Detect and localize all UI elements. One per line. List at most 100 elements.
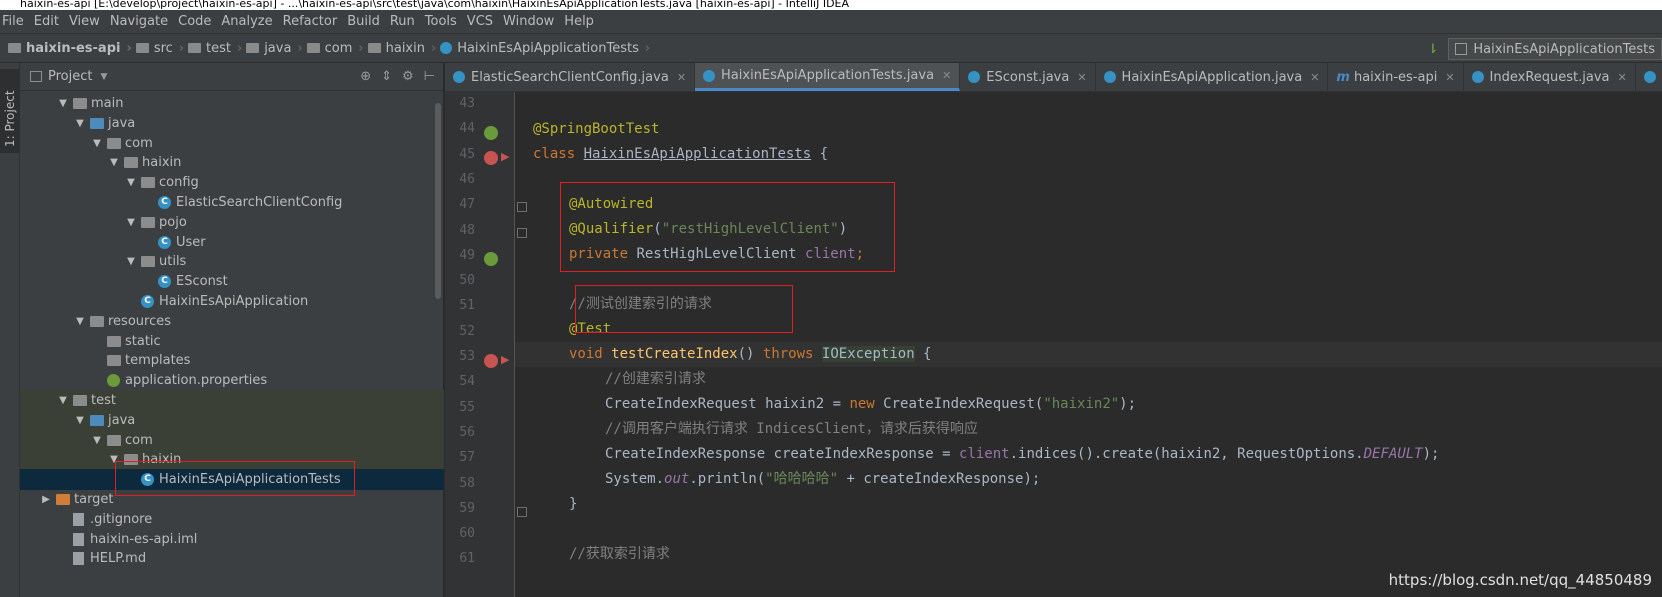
menu-edit[interactable]: Edit <box>34 14 59 29</box>
breadcrumb-item[interactable]: test › <box>188 41 242 56</box>
expand-arrow-icon[interactable]: ▼ <box>90 138 104 149</box>
tree-item[interactable]: HELP.md <box>20 548 444 569</box>
tree-item[interactable]: C HaixinEsApiApplication <box>20 291 444 312</box>
breadcrumb-item[interactable]: haixin-es-api › <box>8 41 132 56</box>
close-icon[interactable]: ✕ <box>677 71 686 84</box>
editor-tab[interactable]: IndexRequest.java ✕ <box>1464 63 1636 91</box>
tree-item[interactable]: application.properties <box>20 370 444 391</box>
tree-item[interactable]: C ElasticSearchClientConfig <box>20 192 444 213</box>
editor-tab[interactable]: ReplicatedWriteRequ <box>1636 63 1662 91</box>
tree-item[interactable]: ▼ java <box>20 409 444 431</box>
collapse-arrow-icon[interactable]: ▶ <box>39 494 53 505</box>
line-number: 51 <box>459 298 475 314</box>
folder-icon <box>73 395 87 406</box>
menu-vcs[interactable]: VCS <box>467 14 493 29</box>
breadcrumb-item[interactable]: src › <box>135 41 184 56</box>
expand-arrow-icon[interactable]: ▼ <box>90 435 104 446</box>
comment: //获取索引请求 <box>569 546 670 562</box>
gear-icon[interactable]: ⚙ <box>402 69 414 84</box>
tree-item[interactable]: ▼ config <box>20 172 444 193</box>
menu-tools[interactable]: Tools <box>425 14 457 29</box>
folder-icon <box>306 43 320 53</box>
expand-arrow-icon[interactable]: ▼ <box>107 157 121 168</box>
code-area[interactable]: @SpringBootTest class HaixinEsApiApplica… <box>515 92 1662 597</box>
tab-label: IndexRequest.java <box>1489 69 1610 85</box>
autowired-navigate-icon[interactable] <box>484 252 498 266</box>
tree-item[interactable]: haixin-es-api.iml <box>20 529 444 550</box>
project-view-title[interactable]: Project <box>48 69 92 84</box>
close-icon[interactable]: ✕ <box>1445 71 1454 84</box>
breadcrumb-item[interactable]: com › <box>306 41 364 56</box>
editor-tab[interactable]: m haixin-es-api ✕ <box>1328 63 1464 91</box>
chevron-down-icon[interactable]: ▼ <box>100 72 107 82</box>
close-icon[interactable]: ✕ <box>1618 71 1627 84</box>
menu-window[interactable]: Window <box>503 14 554 29</box>
tree-item[interactable]: ▼ utils <box>20 251 444 272</box>
tree-item[interactable]: C ESconst <box>20 271 444 292</box>
tree-item[interactable]: templates <box>20 350 444 371</box>
expand-arrow-icon[interactable]: ▼ <box>124 217 138 228</box>
project-tool-tab[interactable]: 1: Project <box>0 69 20 153</box>
breadcrumb-item[interactable]: java › <box>246 41 303 56</box>
build-icon[interactable]: ⇂ <box>1427 42 1438 57</box>
tree-item[interactable]: ▼ test <box>20 390 444 411</box>
editor-tab[interactable]: HaixinEsApiApplicationTests.java ✕ <box>695 63 961 91</box>
hide-panel-icon[interactable]: ⊢ <box>424 69 435 84</box>
menu-refactor[interactable]: Refactor <box>283 14 338 29</box>
expand-arrow-icon[interactable]: ▼ <box>56 395 70 406</box>
menu-navigate[interactable]: Navigate <box>110 14 168 29</box>
menu-file[interactable]: File <box>2 14 24 29</box>
tree-item[interactable]: ▼ pojo <box>20 212 444 233</box>
collapse-all-icon[interactable]: ⇕ <box>381 69 392 84</box>
menu-help[interactable]: Help <box>564 14 594 29</box>
run-test-class-icon[interactable] <box>484 151 498 165</box>
line-number: 46 <box>459 171 475 187</box>
run-configuration-select[interactable]: HaixinEsApiApplicationTests <box>1448 38 1662 60</box>
tree-item[interactable]: ▼ main <box>20 93 444 114</box>
tree-item[interactable]: ▼ com <box>20 133 444 154</box>
expand-arrow-icon[interactable]: ▼ <box>124 177 138 188</box>
keyword: class <box>533 146 584 162</box>
editor-tab[interactable]: ESconst.java ✕ <box>960 63 1096 91</box>
string-literal: "haixin2" <box>1043 396 1120 412</box>
close-icon[interactable]: ✕ <box>1310 71 1319 84</box>
tree-item[interactable]: ▼ haixin <box>20 152 444 173</box>
tree-item[interactable]: ▼ java <box>20 113 444 134</box>
expand-arrow-icon[interactable]: ▼ <box>73 415 87 426</box>
tree-item[interactable]: C User <box>20 232 444 253</box>
highlight-box-tests-file <box>115 461 355 496</box>
paren: ); <box>1119 396 1137 412</box>
close-icon[interactable]: ✕ <box>942 69 951 82</box>
project-panel: Project ▼ ⊕ ⇕ ⚙ ⊢ ▼ main ▼ java ▼ com ▼ haixin ▼… <box>20 63 444 597</box>
tree-item[interactable]: ▼ com <box>20 429 444 451</box>
editor-tab[interactable]: ElasticSearchClientConfig.java ✕ <box>445 63 696 91</box>
java-class-icon <box>453 71 465 83</box>
expand-arrow-icon[interactable]: ▼ <box>73 118 87 129</box>
close-icon[interactable]: ✕ <box>1077 71 1086 84</box>
editor-tab[interactable]: HaixinEsApiApplication.java ✕ <box>1096 63 1329 91</box>
menu-run[interactable]: Run <box>390 14 415 29</box>
menu-analyze[interactable]: Analyze <box>221 14 272 29</box>
tree-item[interactable]: static <box>20 331 444 352</box>
line-number: 60 <box>459 526 475 542</box>
tree-item[interactable]: .gitignore <box>20 509 444 530</box>
breadcrumb-item[interactable]: HaixinEsApiApplicationTests › <box>440 41 650 56</box>
breadcrumb-item[interactable]: haixin › <box>367 41 436 56</box>
spring-bean-icon[interactable] <box>484 126 498 140</box>
tree-item-label: java <box>108 412 136 428</box>
run-arrow-icon[interactable]: ▶ <box>501 353 509 366</box>
locate-icon[interactable]: ⊕ <box>360 69 371 84</box>
run-test-method-icon[interactable] <box>484 354 498 368</box>
expand-arrow-icon[interactable]: ▼ <box>124 256 138 267</box>
run-arrow-icon[interactable]: ▶ <box>501 150 509 163</box>
tree-item[interactable]: ▼ resources <box>20 311 444 332</box>
project-scrollbar[interactable] <box>435 103 441 299</box>
expand-arrow-icon[interactable]: ▼ <box>73 316 87 327</box>
menu-bar: File Edit View Navigate Code Analyze Refactor B… <box>0 10 1662 33</box>
menu-build[interactable]: Build <box>347 14 380 29</box>
brace: { <box>914 346 932 362</box>
menu-code[interactable]: Code <box>178 14 211 29</box>
project-view-icon <box>30 71 42 82</box>
menu-view[interactable]: View <box>69 14 100 29</box>
expand-arrow-icon[interactable]: ▼ <box>56 98 70 109</box>
